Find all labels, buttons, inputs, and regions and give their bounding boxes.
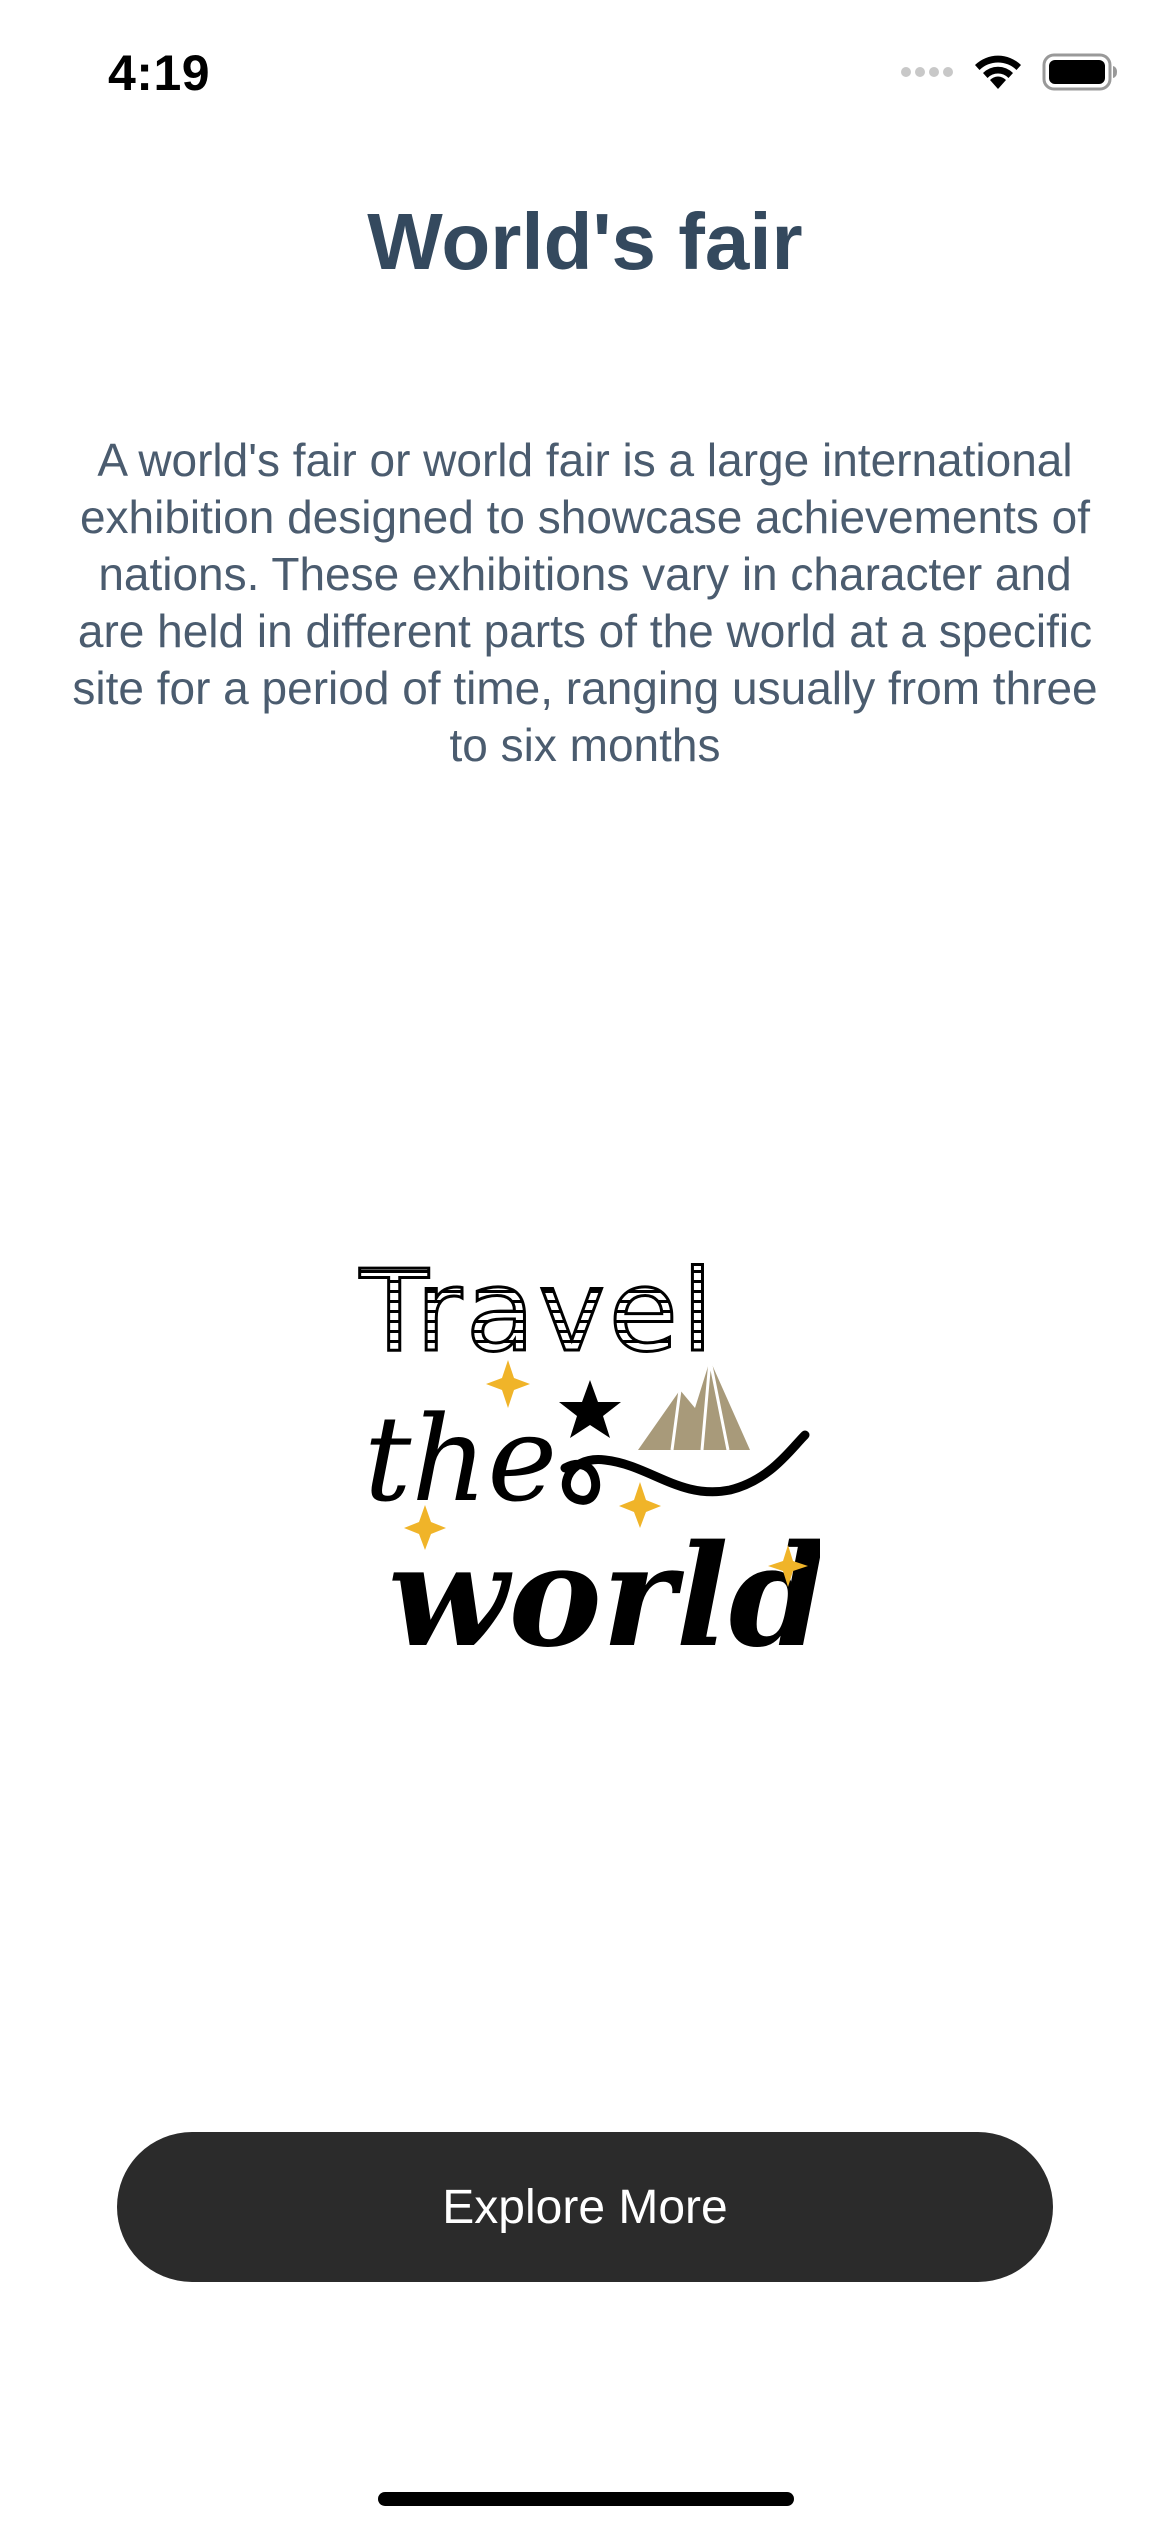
signal-dots-icon bbox=[901, 67, 953, 77]
star-icon bbox=[559, 1380, 621, 1438]
battery-icon bbox=[1042, 53, 1117, 91]
illustration-line1: Travel bbox=[359, 1250, 717, 1377]
page-title: World's fair bbox=[367, 197, 803, 286]
status-bar: 4:19 bbox=[0, 0, 1170, 140]
wifi-icon bbox=[975, 55, 1021, 89]
home-indicator[interactable] bbox=[378, 2492, 794, 2506]
page-description: A world's fair or world fair is a large … bbox=[72, 434, 1098, 771]
explore-more-button[interactable]: Explore More bbox=[117, 2132, 1053, 2282]
illustration-line2: the bbox=[364, 1390, 557, 1528]
illustration-line3: world bbox=[388, 1515, 820, 1670]
status-icons bbox=[900, 50, 1118, 94]
travel-the-world-illustration: Travel the world bbox=[358, 1250, 821, 1670]
status-time: 4:19 bbox=[108, 45, 211, 101]
travel-lettering: Travel bbox=[358, 1250, 717, 1379]
